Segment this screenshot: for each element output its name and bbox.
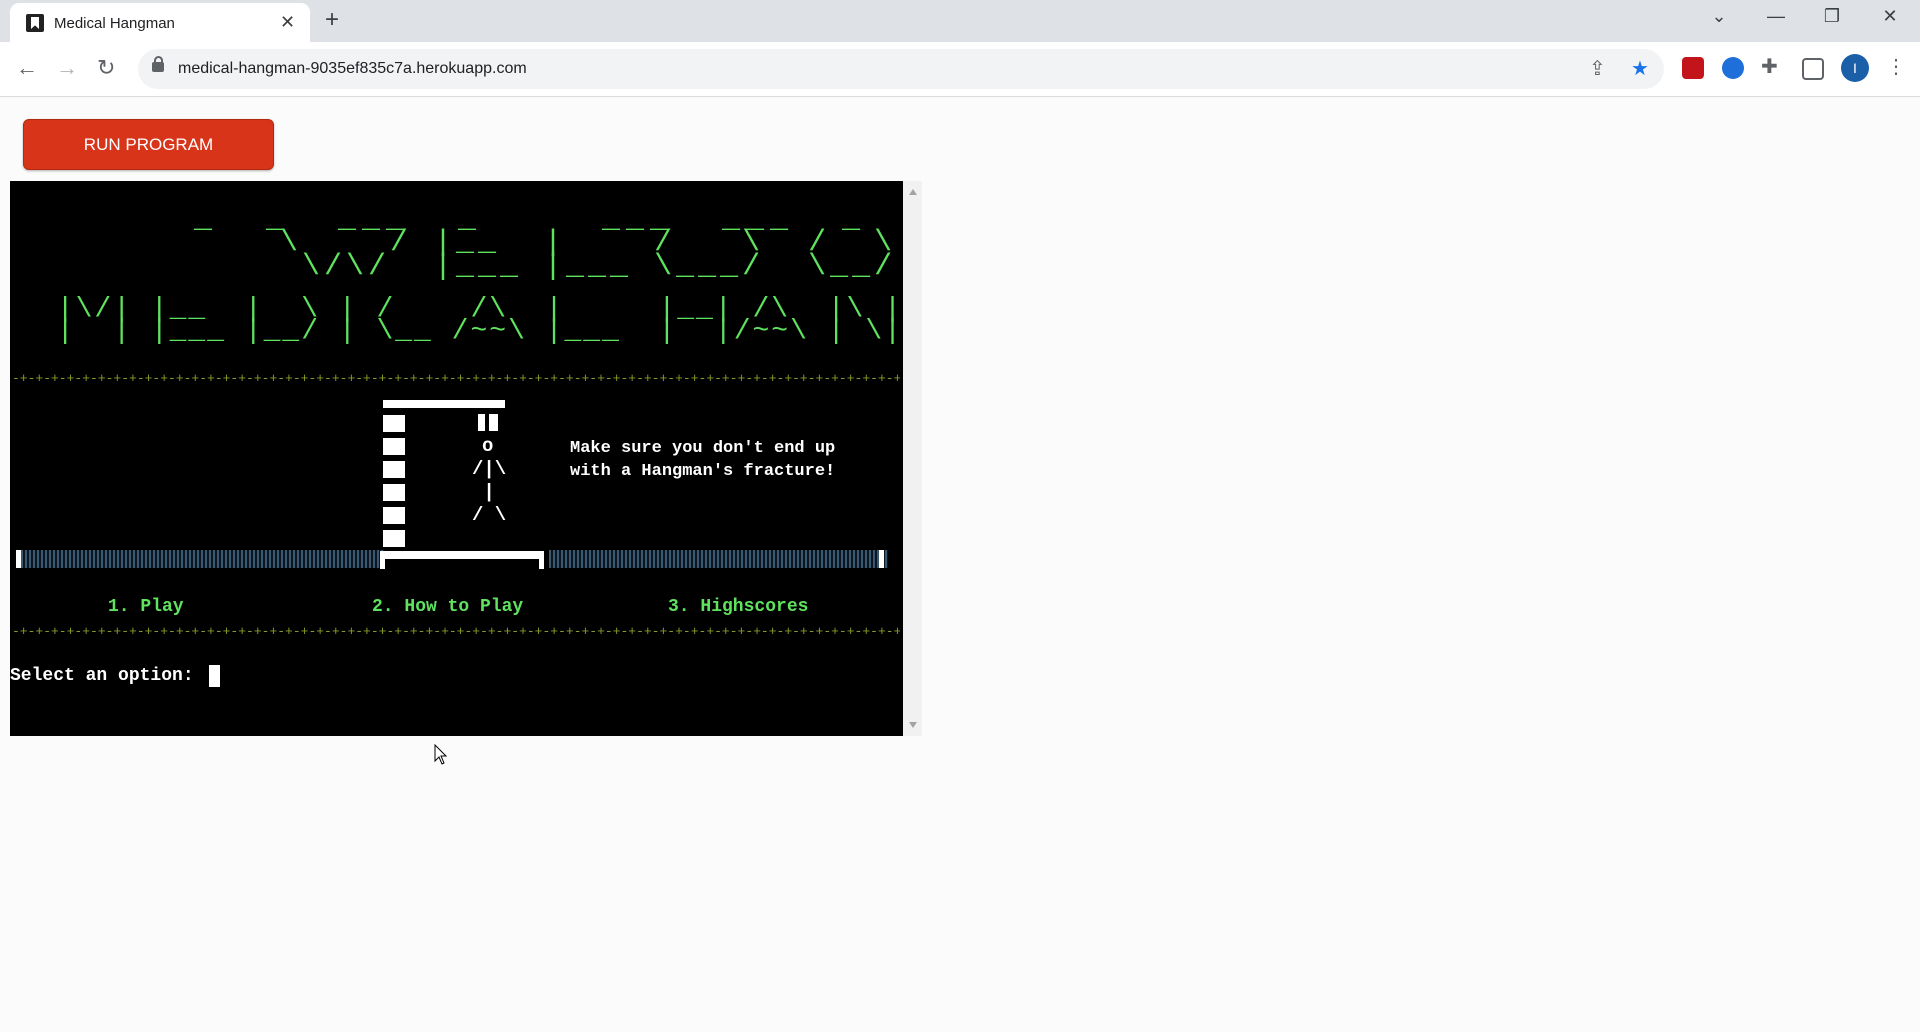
gallows-base (380, 551, 544, 559)
pdf-extension-icon[interactable] (1682, 57, 1704, 79)
gallows-post-segment (383, 484, 405, 501)
noose-rope (478, 414, 498, 431)
browser-tabstrip: Medical Hangman ✕ + ⌄ — ❐ ✕ (0, 0, 1920, 42)
profile-avatar[interactable]: I (1841, 54, 1869, 82)
extensions-puzzle-icon[interactable]: ✚ (1761, 55, 1778, 79)
hangman-body: | (472, 481, 495, 503)
forward-arrow-icon[interactable]: → (56, 56, 78, 80)
gallows-post-segment (383, 530, 405, 547)
tab-search-chevron-icon[interactable]: ⌄ (1699, 6, 1739, 27)
menu-option-highscores[interactable]: 3. Highscores (668, 597, 808, 617)
close-window-icon[interactable]: ✕ (1870, 6, 1910, 27)
terminal-scrollbar[interactable] (903, 181, 922, 736)
lock-icon[interactable] (152, 56, 164, 72)
divider-bottom: -+-+-+-+-+-+-+-+-+-+-+-+-+-+-+-+-+-+-+-+… (12, 627, 900, 637)
floor-right (549, 550, 888, 568)
close-tab-icon[interactable]: ✕ (280, 12, 295, 32)
terminal[interactable]: _ _ ___ _ ___ ___ _ _ ___ ___ ___ \ / |_… (10, 181, 903, 736)
floor-left (21, 550, 384, 568)
scroll-up-arrow-icon[interactable] (909, 189, 917, 195)
title-art-line-3: | | |___ |__/ | \__ /~~\ |___ | |/~~\ | … (56, 316, 903, 347)
tab-title: Medical Hangman (54, 15, 175, 32)
caption-line-1: Make sure you don't end up (570, 439, 836, 458)
menu-kebab-icon[interactable]: ⋮ (1886, 55, 1906, 79)
floor-right-cap (879, 550, 884, 568)
back-arrow-icon[interactable]: ← (16, 56, 38, 80)
hangman-head: o (482, 435, 494, 457)
restore-window-icon[interactable]: ❐ (1812, 6, 1852, 27)
hangman-arms: /|\ (472, 458, 507, 480)
hangman-legs: / \ (472, 504, 507, 526)
bookmark-star-icon[interactable]: ★ (1631, 57, 1649, 81)
side-panel-icon[interactable] (1802, 58, 1824, 80)
reload-icon[interactable]: ↻ (97, 56, 115, 80)
gallows-post-segment (383, 507, 405, 524)
gallows-post-segment (383, 461, 405, 478)
share-icon[interactable]: ⇪ (1589, 57, 1606, 81)
edge-extension-icon[interactable] (1722, 57, 1744, 79)
url-text[interactable]: medical-hangman-9035ef835c7a.herokuapp.c… (178, 60, 527, 78)
browser-toolbar: ← → ↻ medical-hangman-9035ef835c7a.herok… (0, 42, 1920, 97)
divider-top: -+-+-+-+-+-+-+-+-+-+-+-+-+-+-+-+-+-+-+-+… (12, 374, 900, 384)
caption-line-2: with a Hangman's fracture! (570, 462, 836, 481)
select-option-prompt: Select an option: (10, 666, 205, 686)
address-bar[interactable]: medical-hangman-9035ef835c7a.herokuapp.c… (138, 49, 1664, 89)
menu-option-how-to-play[interactable]: 2. How to Play (372, 597, 523, 617)
gallows-post-segment (383, 415, 405, 432)
terminal-cursor[interactable] (209, 665, 220, 687)
bookmark-favicon-icon (26, 14, 44, 32)
gallows-base-leg (380, 551, 385, 569)
minimize-window-icon[interactable]: — (1756, 6, 1796, 27)
menu-option-play[interactable]: 1. Play (108, 597, 184, 617)
gallows-beam (383, 400, 505, 408)
mouse-pointer-icon (434, 744, 448, 765)
gallows-post-segment (383, 438, 405, 455)
browser-tab[interactable]: Medical Hangman ✕ (10, 3, 310, 42)
new-tab-icon[interactable]: + (325, 8, 339, 32)
gallows-base-leg (539, 551, 544, 569)
scroll-down-arrow-icon[interactable] (909, 722, 917, 728)
run-program-button[interactable]: RUN PROGRAM (23, 119, 274, 170)
